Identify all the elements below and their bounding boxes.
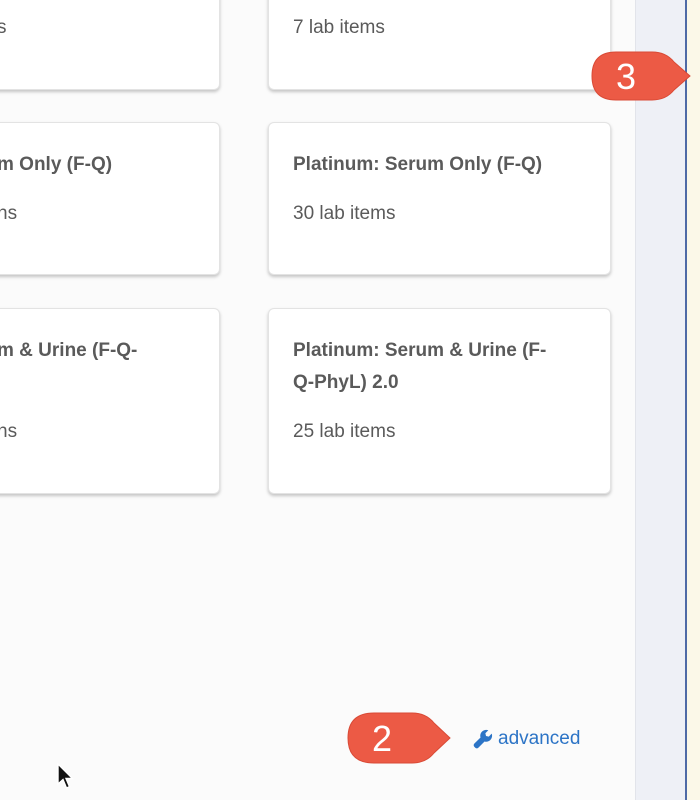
lab-panel-card[interactable]: Platinum: Serum Only (F-Q) 30 lab items	[268, 122, 611, 275]
advanced-label: advanced	[498, 728, 581, 749]
card-title: m Only (F-Q)	[0, 154, 113, 175]
mouse-cursor-icon	[57, 763, 75, 789]
card-count: s	[0, 17, 7, 38]
card-title: Q-PhyL) 2.0	[293, 372, 399, 393]
main-content: s 7 lab items m Only (F-Q) ns Platinum: …	[0, 0, 635, 800]
card-count: 25 lab items	[293, 421, 396, 442]
wrench-icon	[473, 729, 493, 749]
advanced-link[interactable]: advanced	[472, 728, 580, 750]
callout-number: 2	[372, 718, 392, 759]
card-title: m & Urine (F-Q-	[0, 340, 138, 361]
step-callout-2: 2	[342, 710, 457, 775]
lab-panel-card[interactable]: 7 lab items	[268, 0, 611, 90]
side-panel	[635, 0, 686, 800]
card-count: 30 lab items	[293, 203, 396, 224]
card-title: Platinum: Serum Only (F-Q)	[293, 154, 543, 175]
card-title: Platinum: Serum & Urine (F-	[293, 340, 547, 361]
card-count: 7 lab items	[293, 17, 385, 38]
lab-panel-card[interactable]: Platinum: Serum & Urine (F- Q-PhyL) 2.0 …	[268, 308, 611, 494]
window-edge	[685, 0, 700, 800]
lab-panel-card[interactable]: m Only (F-Q) ns	[0, 122, 220, 275]
card-count: ns	[0, 203, 18, 224]
card-count: ns	[0, 421, 18, 442]
lab-panel-card[interactable]: m & Urine (F-Q- ns	[0, 308, 220, 494]
callout-number: 3	[616, 56, 636, 97]
lab-panel-card[interactable]: s	[0, 0, 220, 90]
step-callout-3: 3	[586, 48, 696, 113]
